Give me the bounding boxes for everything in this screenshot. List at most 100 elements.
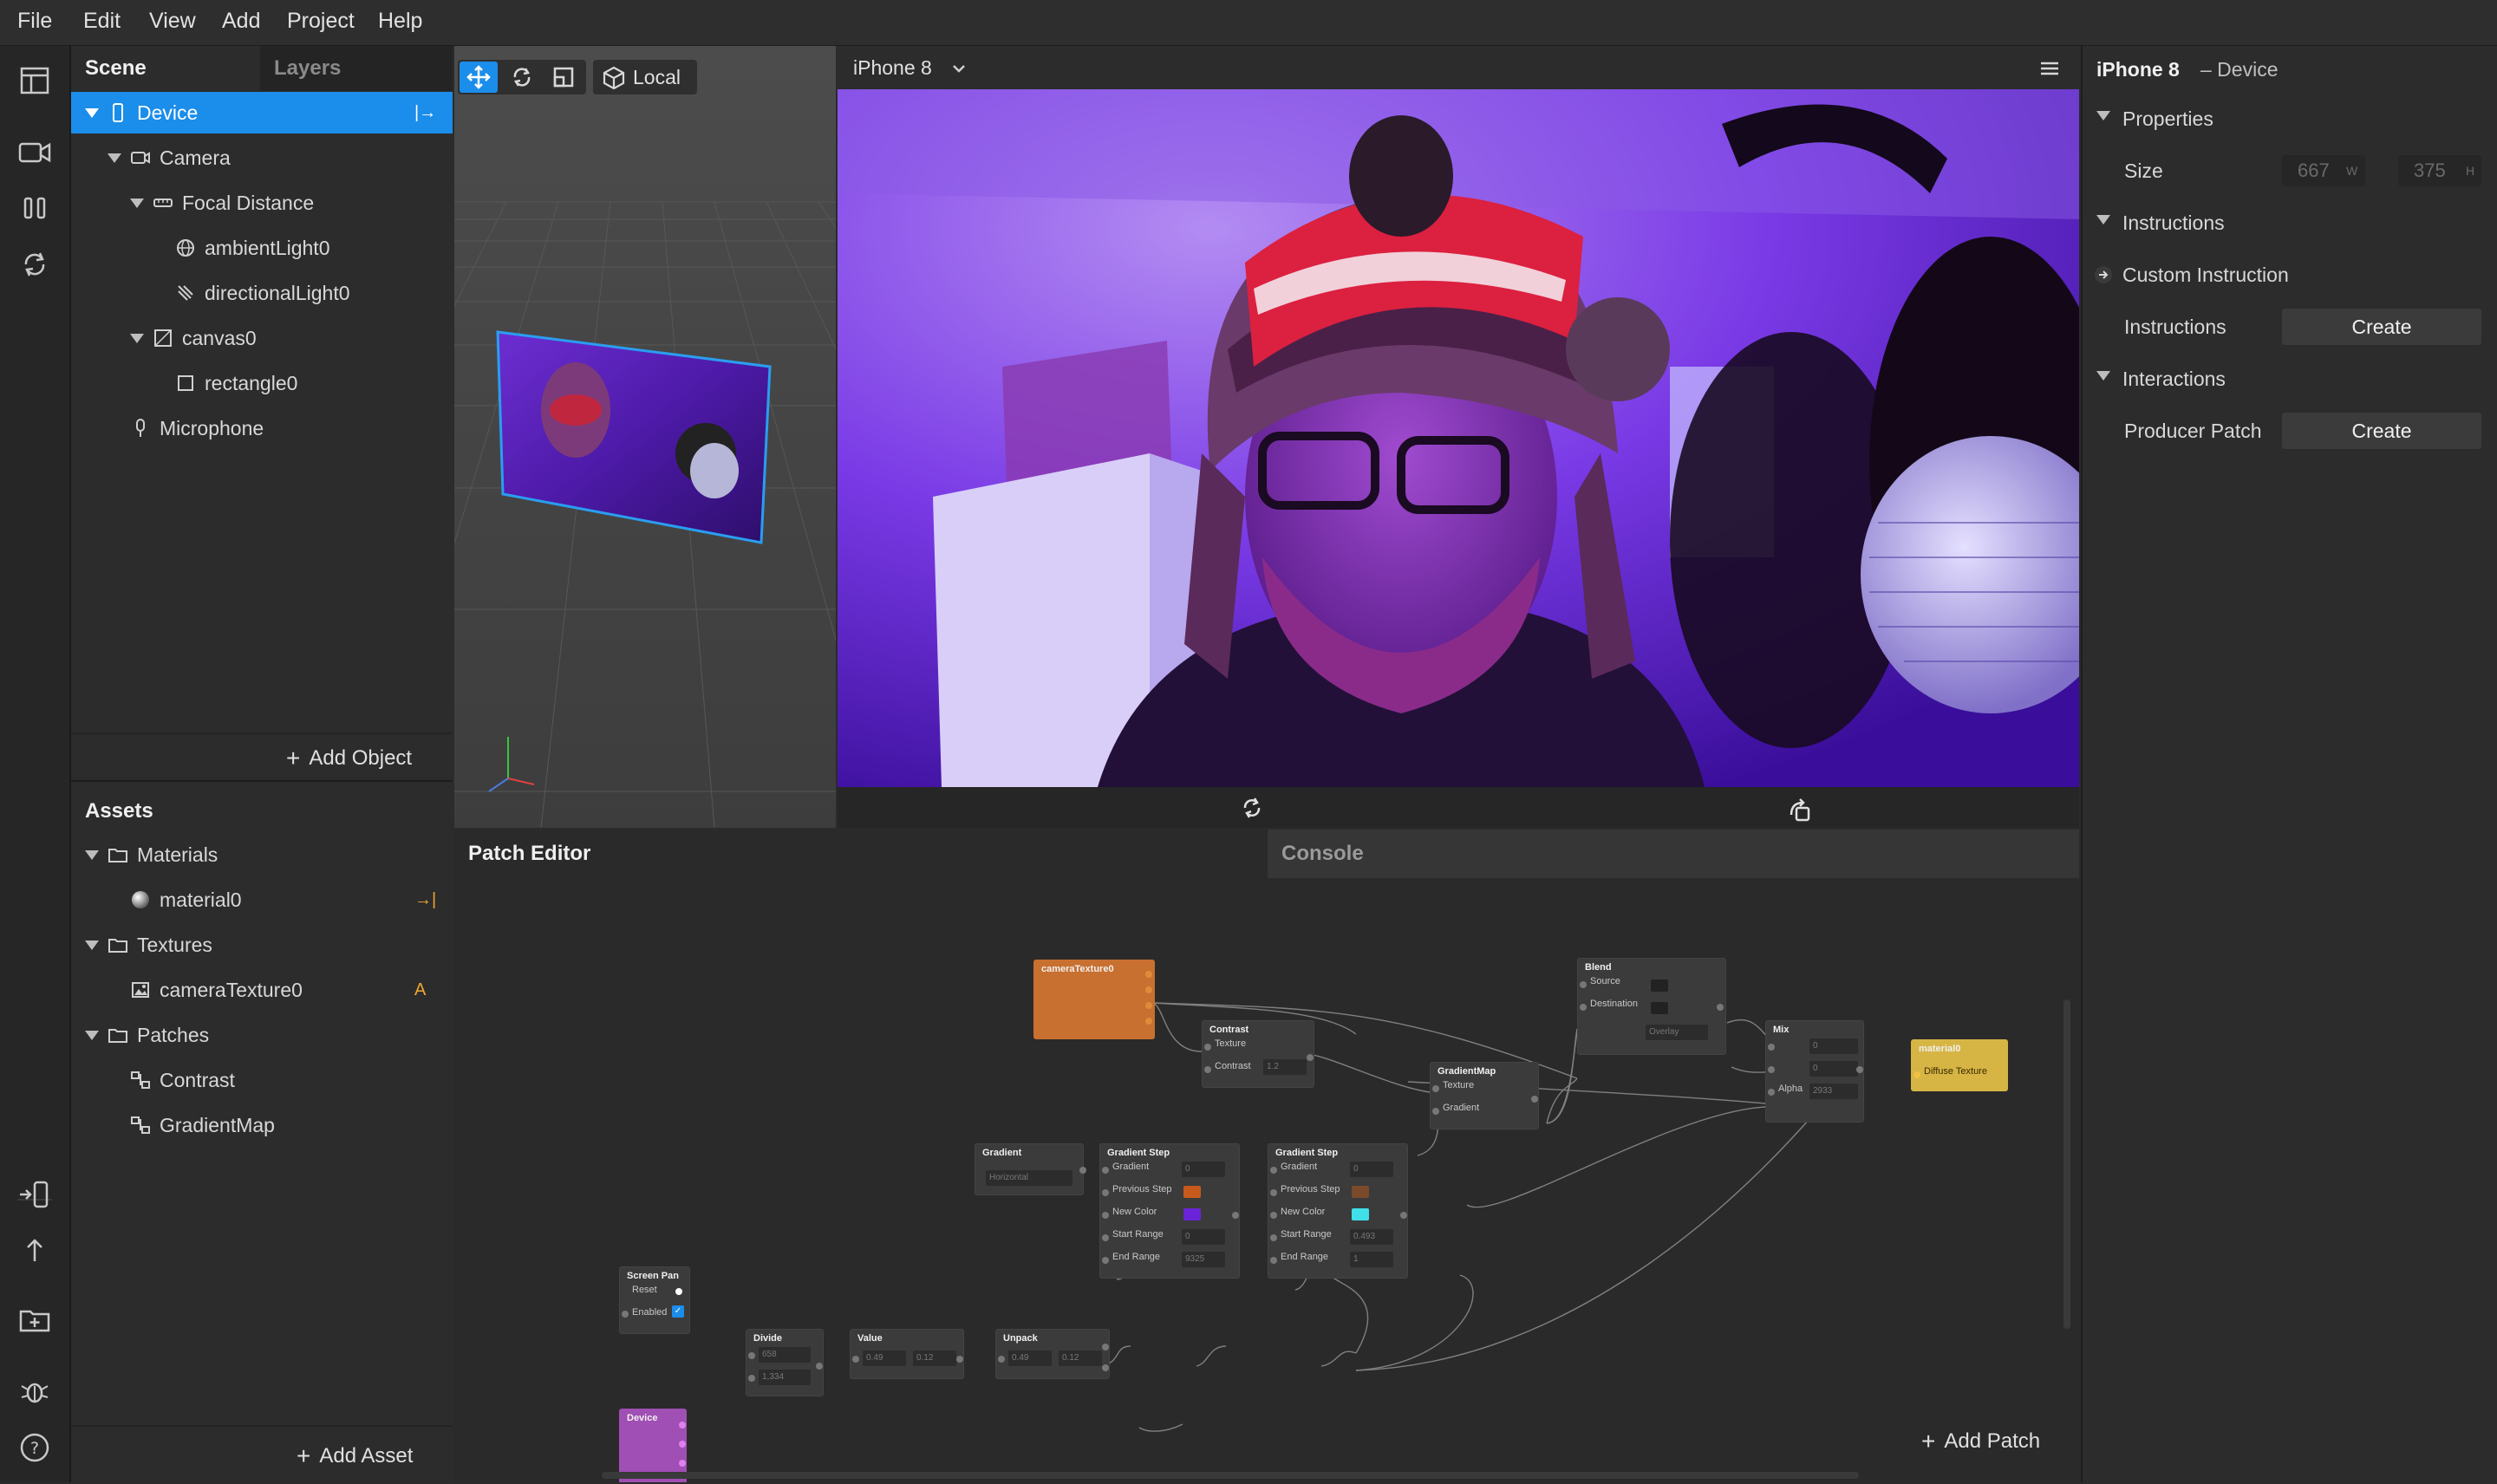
video-camera-icon[interactable]: [17, 135, 52, 170]
menu-icon[interactable]: [2037, 56, 2062, 81]
tree-item-contrast[interactable]: Contrast: [71, 1059, 453, 1101]
port-connector[interactable]: [1270, 1212, 1277, 1219]
contrast-value-field[interactable]: 1.2: [1263, 1059, 1307, 1075]
port-connector[interactable]: [1145, 986, 1152, 993]
create-producer-patch-button[interactable]: Create: [2282, 413, 2481, 449]
end-range-field[interactable]: 9325: [1182, 1252, 1225, 1267]
port-connector[interactable]: [1717, 1004, 1724, 1011]
alpha-value-field[interactable]: 2933: [1809, 1084, 1858, 1099]
rotate-tool-button[interactable]: [503, 62, 541, 93]
port-connector[interactable]: [1768, 1089, 1775, 1096]
expand-triangle-icon[interactable]: [130, 334, 144, 343]
library-icon[interactable]: [17, 1303, 52, 1338]
instructions-section[interactable]: Instructions: [2083, 199, 2497, 247]
port-connector[interactable]: [1102, 1257, 1109, 1264]
port-connector[interactable]: [1079, 1167, 1086, 1174]
enabled-checkbox[interactable]: ✓: [672, 1305, 684, 1318]
port-connector[interactable]: [1531, 1096, 1538, 1103]
new-color-swatch[interactable]: [1183, 1208, 1201, 1220]
gradient-map-node[interactable]: GradientMap Texture Gradient: [1430, 1062, 1539, 1129]
previous-step-color-swatch[interactable]: [1183, 1186, 1201, 1198]
port-connector[interactable]: [1102, 1212, 1109, 1219]
add-patch-button[interactable]: + Add Patch: [1921, 1428, 2040, 1455]
port-connector[interactable]: [1232, 1212, 1239, 1219]
unpack-x-field[interactable]: 0.49: [1008, 1351, 1052, 1366]
divide-node[interactable]: Divide 658 1,334: [746, 1329, 824, 1396]
tree-item-device[interactable]: Device |→: [71, 92, 453, 133]
tab-layers[interactable]: Layers: [260, 46, 453, 91]
move-tool-button[interactable]: [460, 62, 498, 93]
space-toggle-button[interactable]: Local: [593, 60, 697, 94]
patch-graph-canvas[interactable]: cameraTexture0 Contrast Texture Contrast 1.2…: [454, 878, 2079, 1482]
value-y-field[interactable]: 0.12: [913, 1351, 956, 1366]
add-object-button[interactable]: + Add Object: [286, 745, 412, 772]
port-connector[interactable]: [1204, 1066, 1211, 1073]
reset-trigger-dot[interactable]: [675, 1288, 682, 1295]
port-connector[interactable]: [1145, 971, 1152, 978]
port-connector[interactable]: [1102, 1344, 1109, 1351]
tab-scene[interactable]: Scene: [71, 46, 260, 91]
port-connector[interactable]: [679, 1460, 686, 1467]
expand-triangle-icon[interactable]: [85, 1031, 99, 1040]
expand-triangle-icon[interactable]: [85, 850, 99, 860]
scene-viewport[interactable]: Local: [454, 46, 836, 828]
port-connector[interactable]: [1580, 981, 1587, 988]
expand-triangle-icon[interactable]: [85, 941, 99, 950]
port-connector[interactable]: [1400, 1212, 1407, 1219]
port-connector[interactable]: [1145, 1002, 1152, 1009]
port-connector[interactable]: [1856, 1066, 1863, 1073]
mix-node[interactable]: Mix 0 0 Alpha 2933: [1765, 1020, 1864, 1123]
add-asset-button[interactable]: + Add Asset: [297, 1442, 413, 1470]
port-connector[interactable]: [1580, 1004, 1587, 1011]
port-connector[interactable]: [1270, 1167, 1277, 1174]
port-connector[interactable]: [679, 1441, 686, 1448]
gradient-node[interactable]: Gradient Horizontal: [975, 1143, 1086, 1195]
tree-item-material0[interactable]: material0 →|: [71, 879, 453, 921]
mix-input-2-field[interactable]: 0: [1809, 1061, 1858, 1077]
tree-item-camera-texture0[interactable]: cameraTexture0 A: [71, 969, 453, 1011]
share-preview-icon[interactable]: [1786, 796, 1814, 823]
device-selector[interactable]: iPhone 8: [853, 56, 932, 80]
value-node[interactable]: Value 0.49 0.12: [850, 1329, 964, 1379]
gradient-value-field[interactable]: 0: [1182, 1162, 1225, 1177]
tree-item-rectangle0[interactable]: rectangle0: [71, 362, 453, 404]
menu-add[interactable]: Add: [222, 9, 260, 34]
simulator-camera-view[interactable]: [838, 89, 2079, 787]
upload-icon[interactable]: [17, 1233, 52, 1268]
tree-item-ambient-light0[interactable]: ambientLight0: [71, 227, 453, 269]
expand-triangle-icon[interactable]: [108, 153, 121, 163]
port-connector[interactable]: [1432, 1085, 1439, 1092]
blend-mode-select[interactable]: Overlay: [1646, 1025, 1708, 1040]
custom-instruction-row[interactable]: Custom Instruction: [2083, 251, 2497, 299]
gradient-step-2-node[interactable]: Gradient Step Gradient 0 Previous Step New C…: [1268, 1143, 1408, 1279]
unpack-y-field[interactable]: 0.12: [1059, 1351, 1102, 1366]
port-connector[interactable]: [1307, 1054, 1314, 1061]
port-connector[interactable]: [1768, 1066, 1775, 1073]
expand-triangle-icon[interactable]: [85, 108, 99, 118]
port-connector[interactable]: [1270, 1234, 1277, 1241]
tree-item-canvas0[interactable]: canvas0: [71, 317, 453, 359]
port-connector[interactable]: [1913, 1071, 1920, 1078]
reveal-in-viewport-icon[interactable]: |→: [414, 92, 436, 133]
gradient-direction-select[interactable]: Horizontal: [986, 1170, 1072, 1186]
size-width-field[interactable]: 667 W: [2282, 155, 2365, 186]
patch-horizontal-scrollbar[interactable]: [602, 1472, 1859, 1479]
properties-section[interactable]: Properties: [2083, 94, 2497, 143]
menu-edit[interactable]: Edit: [83, 9, 121, 34]
expand-triangle-icon[interactable]: [130, 199, 144, 208]
create-instruction-button[interactable]: Create: [2282, 309, 2481, 345]
tab-patch-editor[interactable]: Patch Editor: [454, 830, 1266, 878]
source-swatch[interactable]: [1651, 980, 1668, 992]
start-range-field[interactable]: 0.493: [1350, 1229, 1393, 1245]
camera-texture-node[interactable]: cameraTexture0: [1033, 960, 1155, 1039]
pause-simulation-icon[interactable]: [17, 191, 52, 225]
interactions-section[interactable]: Interactions: [2083, 355, 2497, 403]
port-connector[interactable]: [956, 1356, 963, 1363]
size-height-field[interactable]: 375 H: [2398, 155, 2481, 186]
menu-project[interactable]: Project: [287, 9, 355, 34]
port-connector[interactable]: [1145, 1018, 1152, 1025]
port-connector[interactable]: [679, 1422, 686, 1429]
port-connector[interactable]: [622, 1311, 629, 1318]
send-to-device-icon[interactable]: [17, 1177, 52, 1212]
tree-item-microphone[interactable]: Microphone: [71, 407, 453, 449]
